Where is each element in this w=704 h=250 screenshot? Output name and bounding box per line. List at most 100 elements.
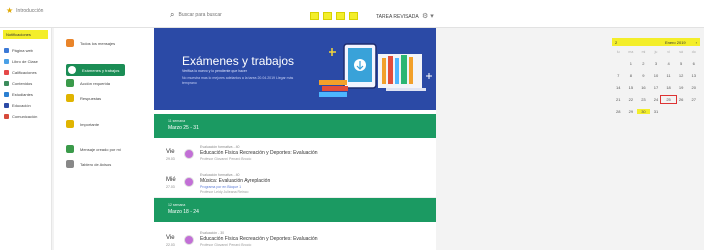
event-meta[interactable]: Programa por en Bloque 1: [200, 185, 241, 189]
weekday-header: ju: [654, 50, 658, 54]
calendar-day[interactable]: 1: [625, 61, 638, 66]
event-date: 22.03: [166, 243, 175, 247]
exam-icon: [184, 235, 194, 245]
filter-item-icon: [66, 39, 74, 47]
search-icon: ⌕: [170, 10, 175, 19]
filter-item-label: Todos los mensajes: [80, 40, 116, 46]
calendar-day[interactable]: 25: [660, 95, 677, 104]
calendar-day[interactable]: 23: [637, 97, 650, 102]
filter-item-label: Mensaje creado por mí: [80, 146, 121, 152]
calendar-day[interactable]: 4: [662, 61, 675, 66]
calendar-day[interactable]: 8: [625, 73, 638, 78]
weekday-header: lu: [616, 50, 620, 54]
sidebar-item[interactable]: Libro de Clase: [0, 56, 51, 67]
calendar-day[interactable]: 5: [675, 61, 688, 66]
sidebar-item-label: Calificaciones: [12, 70, 37, 75]
sidebar-item-icon: [4, 103, 9, 108]
event-meta: Profesor Giovanni Penaró Brocío: [200, 157, 252, 161]
sidebar-item-icon: [4, 70, 9, 75]
lock-icon[interactable]: [310, 12, 319, 20]
calendar-day[interactable]: 2: [637, 61, 650, 66]
sidebar-item-icon: [4, 48, 9, 53]
sidebar-item-icon: [4, 92, 9, 97]
filter-item[interactable]: Acción requerida: [66, 79, 110, 87]
calendar-day[interactable]: 28: [612, 109, 625, 114]
calendar-day[interactable]: 22: [625, 97, 638, 102]
event-type: Evaluación - 30: [200, 231, 225, 235]
week-number: 11 semana: [168, 119, 186, 123]
filter-item-icon: [66, 120, 74, 128]
tarea-revisada-link[interactable]: TAREA REVISADA: [376, 14, 419, 20]
event-title[interactable]: Educación Física Recreación y Deportes: …: [200, 150, 318, 156]
sidebar-item-notificaciones[interactable]: Notificaciones: [3, 30, 48, 39]
calendar-day[interactable]: 26: [675, 97, 688, 102]
filter-item[interactable]: Todos los mensajes: [66, 39, 115, 47]
calendar-day[interactable]: 24: [650, 97, 663, 102]
sidebar-item[interactable]: Calificaciones: [0, 67, 51, 78]
sidebar-item-label: Libro de Clase: [12, 59, 38, 64]
event-item[interactable]: Vie 29.03 Evaluación formativa - 40 Educ…: [154, 140, 436, 170]
event-date: 27.03: [166, 185, 175, 189]
calendar-day[interactable]: 9: [637, 73, 650, 78]
filter-item[interactable]: Importante: [66, 120, 99, 128]
weekday-header: sá: [679, 50, 683, 54]
top-bar: ★ Introducción ⌕ TAREA REVISADA ⚙ ▾: [0, 0, 704, 28]
calendar-day: [687, 109, 700, 114]
sidebar-item[interactable]: Página web: [0, 45, 51, 56]
calendar-day[interactable]: 3: [650, 61, 663, 66]
event-item[interactable]: Mié 27.03 Evaluación formativa - 40 Músi…: [154, 168, 436, 198]
calendar-day[interactable]: 6: [687, 61, 700, 66]
brand[interactable]: ★ Introducción: [6, 6, 43, 15]
search-bar[interactable]: ⌕: [170, 10, 290, 20]
filter-item[interactable]: Mensaje creado por mí: [66, 145, 121, 153]
calendar-day[interactable]: 7: [612, 73, 625, 78]
calendar-day[interactable]: 12: [675, 73, 688, 78]
calendar-day[interactable]: 29: [625, 109, 638, 114]
calendar-day[interactable]: 20: [687, 85, 700, 90]
filter-item-label: Exámenes y trabajos: [82, 67, 120, 73]
filter-item-icon: [68, 66, 76, 74]
message-icon[interactable]: [336, 12, 345, 20]
filter-item[interactable]: Respuestas: [66, 94, 101, 102]
calendar-day[interactable]: 16: [637, 85, 650, 90]
calendar-day: [662, 109, 675, 114]
week-number: 12 semana: [168, 203, 186, 207]
sidebar-item[interactable]: Comunicación: [0, 111, 51, 122]
document-icon[interactable]: [349, 12, 358, 20]
calendar-day[interactable]: 15: [625, 85, 638, 90]
sidebar-item-label: Educación: [12, 103, 31, 108]
sidebar-item[interactable]: Estudiantes: [0, 89, 51, 100]
gear-icon[interactable]: ⚙ ▾: [422, 12, 434, 20]
calendar-day[interactable]: 19: [675, 85, 688, 90]
hero-description: No muestra mas lo mejores adelantos a la…: [182, 76, 294, 85]
calendar-day[interactable]: 21: [612, 97, 625, 102]
event-title[interactable]: Música: Evaluación Ayreplación: [200, 178, 270, 184]
sidebar-item[interactable]: Educación: [0, 100, 51, 111]
event-meta-secondary: Profesor Leidy Julieana Reinco: [200, 190, 249, 194]
event-item[interactable]: Vie 22.03 Evaluación - 30 Educación Físi…: [154, 226, 436, 250]
calendar-day[interactable]: 31: [650, 109, 663, 114]
weekday-header: ma: [628, 50, 634, 54]
filter-item[interactable]: Exámenes y trabajos: [66, 64, 126, 76]
hero-banner: Exámenes y trabajos Verifica lo nuevo y …: [154, 28, 436, 110]
calendar-day: [675, 109, 688, 114]
calendar-day[interactable]: 18: [662, 85, 675, 90]
search-input[interactable]: [178, 12, 279, 18]
weekday-header: mi: [641, 50, 646, 54]
event-title[interactable]: Educación Física Recreación y Deportes: …: [200, 236, 318, 242]
calendar-day[interactable]: 10: [650, 73, 663, 78]
calendar-month[interactable]: Enero 2019: [665, 40, 686, 45]
calendar-day[interactable]: 11: [662, 73, 675, 78]
mini-calendar: 2 Enero 2019 › lu ma mi ju vi sá do 1 2 3 4 5 6 7 8 9 10…: [612, 38, 700, 128]
sidebar-item[interactable]: Contenidos: [0, 78, 51, 89]
week-header: 11 semana Marzo 25 - 31: [154, 114, 436, 138]
calendar-day[interactable]: 13: [687, 73, 700, 78]
calendar-day[interactable]: 17: [650, 85, 663, 90]
calendar-day[interactable]: 27: [687, 97, 700, 102]
chevron-right-icon[interactable]: ›: [696, 40, 697, 45]
calendar-prev-label[interactable]: 2: [615, 40, 617, 45]
filter-item[interactable]: Tablero de Avisos: [66, 160, 111, 168]
chat-icon[interactable]: [323, 12, 332, 20]
calendar-day[interactable]: 14: [612, 85, 625, 90]
calendar-day[interactable]: 30: [637, 109, 650, 114]
